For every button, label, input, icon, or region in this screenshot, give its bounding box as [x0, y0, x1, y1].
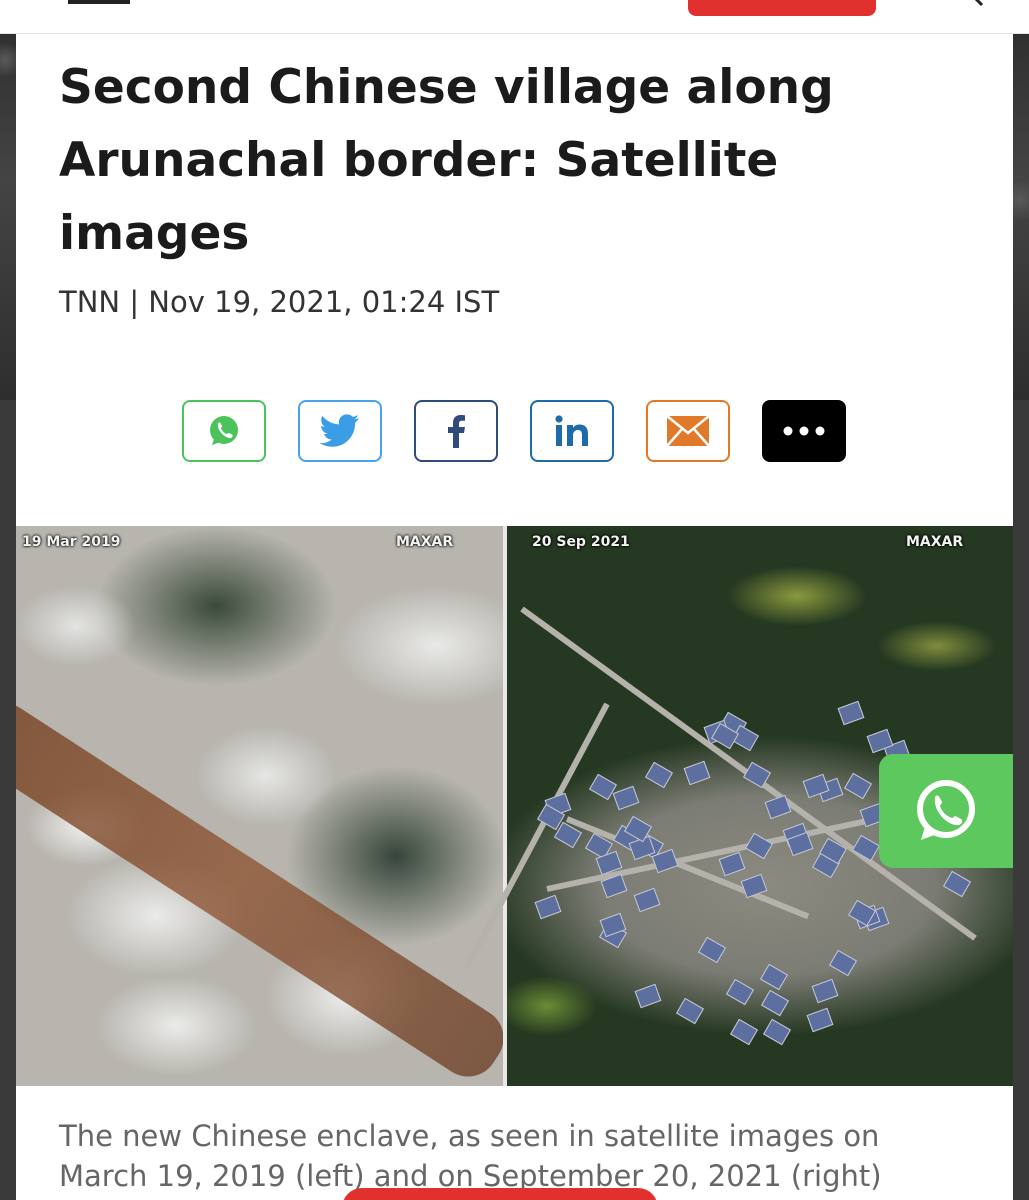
- house: [851, 835, 880, 862]
- email-icon: [666, 415, 710, 447]
- house: [698, 936, 727, 964]
- house: [644, 762, 673, 789]
- house: [633, 887, 661, 913]
- house: [683, 761, 711, 786]
- header-red-button[interactable]: [688, 0, 876, 16]
- share-facebook-button[interactable]: [414, 400, 498, 462]
- house: [811, 978, 839, 1003]
- house: [534, 894, 562, 920]
- share-twitter-button[interactable]: [298, 400, 382, 462]
- house: [762, 1018, 791, 1045]
- left-image-watermark: MAXAR: [396, 534, 454, 550]
- house: [612, 786, 640, 811]
- share-email-button[interactable]: [646, 400, 730, 462]
- right-image-watermark: MAXAR: [906, 534, 964, 550]
- linkedin-icon: [555, 415, 588, 446]
- right-image-date: 20 Sep 2021: [532, 534, 630, 550]
- more-icon: [783, 426, 825, 436]
- whatsapp-icon: [210, 416, 238, 445]
- house: [806, 1007, 834, 1032]
- house: [829, 949, 858, 976]
- search-icon[interactable]: [966, 0, 988, 7]
- site-header: [0, 0, 1029, 34]
- satellite-image-comparison: 19 Mar 2019 MAXAR 20 Sep 2021 MAXAR: [16, 526, 1013, 1086]
- house: [837, 700, 865, 725]
- twitter-icon: [320, 414, 359, 447]
- house: [725, 978, 754, 1005]
- house: [759, 964, 788, 991]
- bottom-red-button[interactable]: [342, 1188, 658, 1200]
- article-headline: Second Chinese village along Arunachal b…: [59, 60, 834, 261]
- house: [634, 983, 662, 1008]
- share-bar: [182, 400, 882, 462]
- share-more-button[interactable]: [762, 400, 846, 462]
- facebook-icon: [448, 415, 465, 448]
- house: [675, 997, 704, 1025]
- house: [760, 989, 789, 1017]
- article-card: Second Chinese village along Arunachal b…: [16, 34, 1013, 1200]
- house: [942, 870, 971, 897]
- satellite-image-2019: [16, 526, 503, 1086]
- left-image-date: 19 Mar 2019: [22, 534, 121, 550]
- article-byline: TNN | Nov 19, 2021, 01:24 IST: [59, 285, 500, 319]
- share-whatsapp-button[interactable]: [182, 400, 266, 462]
- menu-icon[interactable]: [68, 0, 130, 4]
- house: [843, 772, 872, 799]
- floating-whatsapp-button[interactable]: [879, 754, 1013, 868]
- house: [730, 1018, 759, 1046]
- whatsapp-icon: [917, 780, 975, 840]
- house: [718, 851, 746, 876]
- house: [744, 832, 773, 860]
- image-caption: The new Chinese enclave, as seen in sate…: [59, 1119, 882, 1193]
- share-linkedin-button[interactable]: [530, 400, 614, 462]
